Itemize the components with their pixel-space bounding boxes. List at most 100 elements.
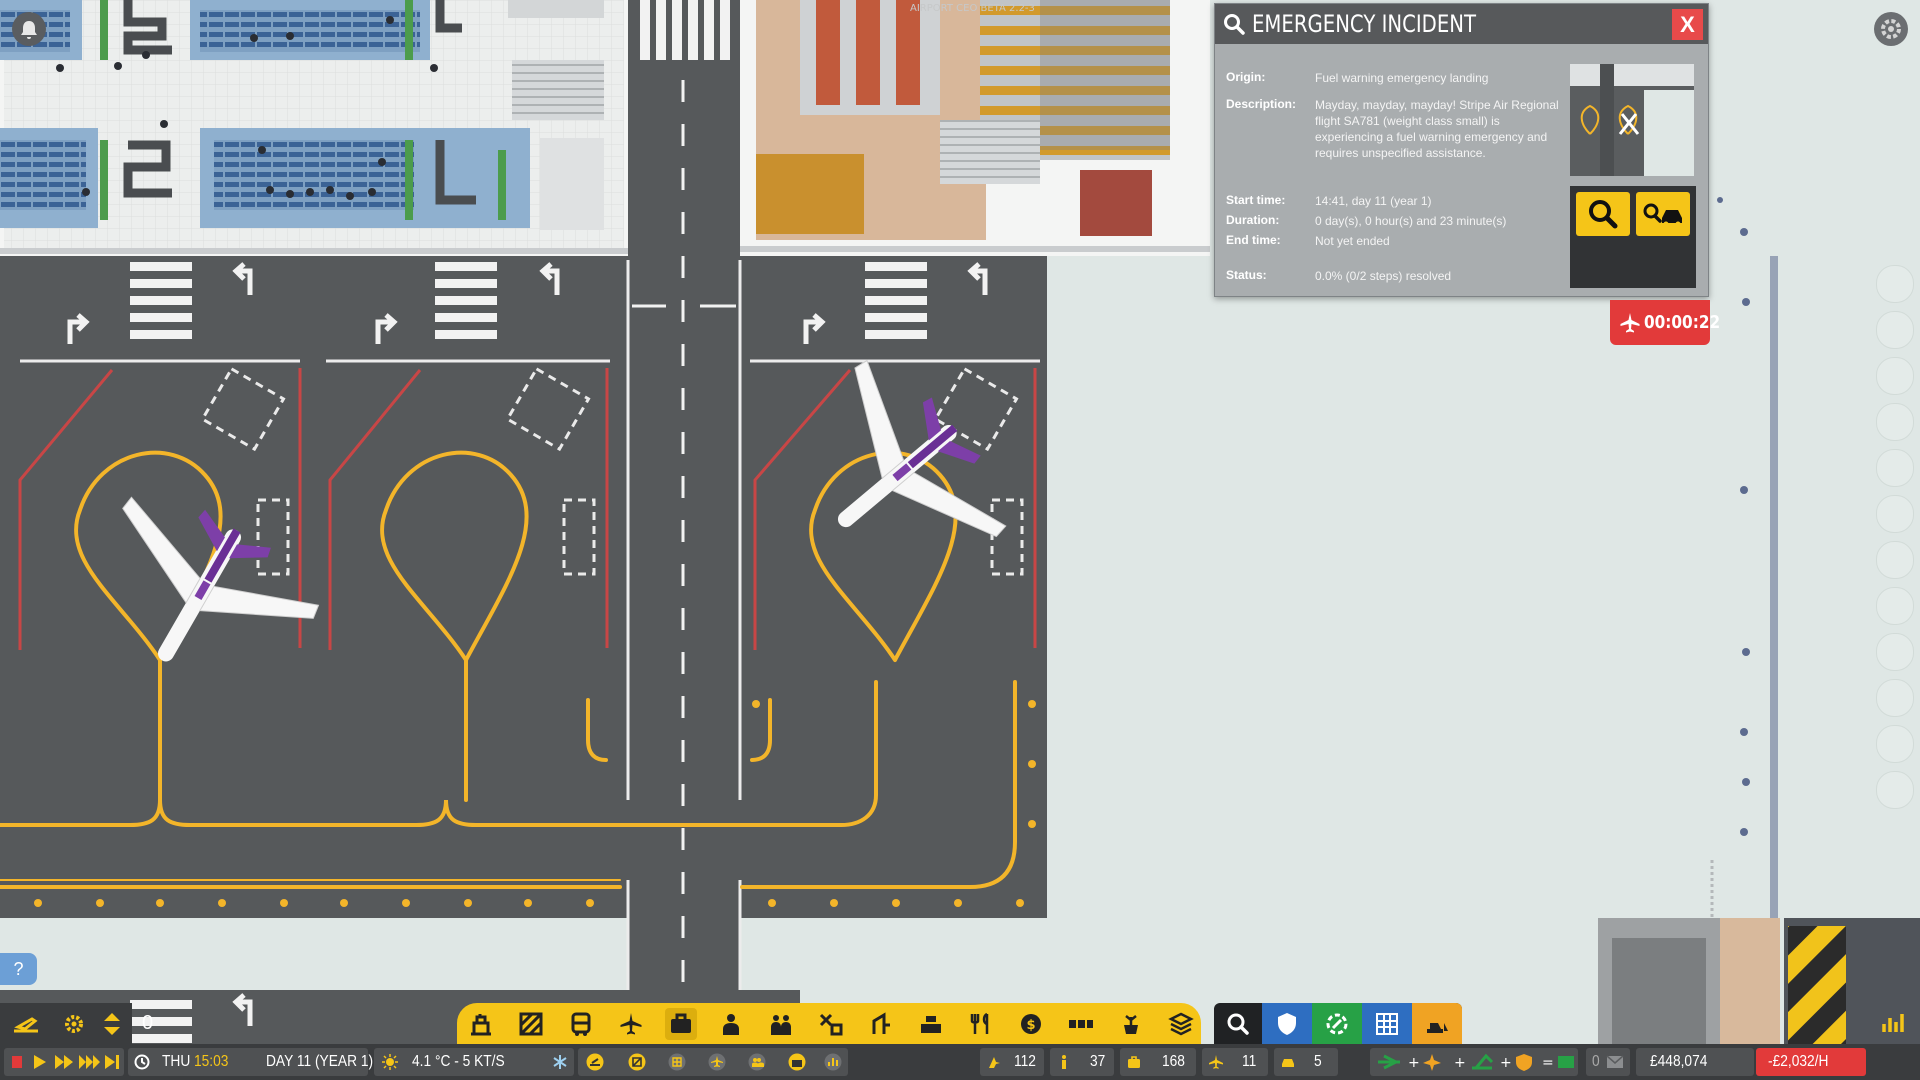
passenger-count[interactable]: 112: [980, 1048, 1044, 1076]
right-bar-button[interactable]: [1876, 449, 1914, 487]
suitcase-icon[interactable]: [788, 1053, 806, 1071]
chart-icon[interactable]: [824, 1053, 842, 1071]
right-bar-button[interactable]: [1876, 541, 1914, 579]
baggage-value: 168: [1162, 1053, 1185, 1070]
overlay-grid[interactable]: [1371, 1008, 1403, 1040]
tool-passengers[interactable]: [765, 1008, 797, 1040]
tool-finance[interactable]: $: [1015, 1008, 1047, 1040]
layer-up-down-icon[interactable]: [100, 1008, 124, 1040]
money-rate[interactable]: -£2,032/H: [1756, 1048, 1866, 1076]
vehicle-count[interactable]: 5: [1274, 1048, 1338, 1076]
tool-gates[interactable]: [865, 1008, 897, 1040]
field-value: 0 day(s), 0 hour(s) and 23 minute(s): [1315, 214, 1507, 228]
day-of-week: THU: [162, 1053, 191, 1070]
right-bar-button[interactable]: [1876, 771, 1914, 809]
passenger-icon: [989, 1057, 1000, 1068]
tool-food[interactable]: [965, 1008, 997, 1040]
overlay-search[interactable]: [1222, 1008, 1254, 1040]
field-label: Description:: [1226, 97, 1297, 111]
locate-vehicle-button[interactable]: [1636, 192, 1690, 236]
incident-actions: [1570, 186, 1696, 288]
stop-icon[interactable]: [10, 1054, 24, 1070]
panel-header[interactable]: EMERGENCY INCIDENT X: [1215, 4, 1708, 44]
rating-summary[interactable]: + + + =: [1370, 1048, 1578, 1076]
right-bar-button[interactable]: [1876, 679, 1914, 717]
timer-value: 00:00:22: [1644, 312, 1721, 333]
snowflake-icon: [553, 1055, 567, 1069]
mail-icon: [1606, 1055, 1624, 1068]
tool-decoration[interactable]: [1115, 1008, 1147, 1040]
right-bar-button[interactable]: [1876, 311, 1914, 349]
money-value: £448,074: [1650, 1053, 1708, 1070]
tool-security[interactable]: [815, 1008, 847, 1040]
runway-icon[interactable]: [586, 1053, 604, 1071]
money-balance[interactable]: £448,074: [1636, 1048, 1754, 1076]
field-label: Origin:: [1226, 70, 1266, 84]
close-button[interactable]: X: [1672, 9, 1703, 40]
zone-icon[interactable]: [628, 1053, 646, 1071]
right-bar-button[interactable]: [1876, 403, 1914, 441]
notification-button[interactable]: [12, 12, 46, 46]
tool-baggage[interactable]: [665, 1008, 697, 1040]
svg-text:$: $: [1026, 1018, 1035, 1033]
help-button[interactable]: ?: [0, 953, 37, 985]
runway-icon[interactable]: [12, 1011, 40, 1037]
incident-timer[interactable]: 00:00:22: [1610, 300, 1720, 345]
play-icon[interactable]: [32, 1054, 48, 1070]
right-bar-button[interactable]: [1876, 357, 1914, 395]
tool-seating[interactable]: [1065, 1008, 1097, 1040]
airplane-icon: [1620, 313, 1640, 333]
clock-time: 15:03: [194, 1053, 229, 1070]
settings-button[interactable]: [1874, 12, 1908, 46]
emergency-incident-panel: EMERGENCY INCIDENT X Origin: Fuel warnin…: [1214, 3, 1709, 297]
tool-zones[interactable]: [515, 1008, 547, 1040]
incident-location-thumbnail[interactable]: [1570, 64, 1694, 176]
sun-icon: [382, 1054, 398, 1070]
right-bar-button[interactable]: [1876, 725, 1914, 763]
tool-structures[interactable]: [465, 1008, 497, 1040]
overlay-maintenance[interactable]: [1321, 1008, 1353, 1040]
svg-text:+: +: [1454, 1055, 1466, 1071]
building-icon: [471, 1014, 491, 1036]
date-time[interactable]: THU 15:03 DAY 11 (YEAR 1): [128, 1048, 373, 1076]
right-bar-button[interactable]: [1876, 495, 1914, 533]
overlay-toolbar: [1214, 1003, 1462, 1045]
grid-icon[interactable]: [668, 1053, 686, 1071]
skip-icon[interactable]: [104, 1054, 120, 1070]
fast-forward-icon[interactable]: [54, 1054, 74, 1070]
staff-count[interactable]: 37: [1050, 1048, 1114, 1076]
right-bar-button[interactable]: [1876, 633, 1914, 671]
svg-text:+: +: [1408, 1055, 1420, 1071]
panel-title: EMERGENCY INCIDENT: [1252, 10, 1477, 38]
weather[interactable]: 4.1 °C - 5 KT/S: [374, 1048, 574, 1076]
people-icon[interactable]: [748, 1053, 766, 1071]
field-value: Not yet ended: [1315, 234, 1390, 248]
mail-count[interactable]: 0: [1586, 1048, 1630, 1076]
baggage-count[interactable]: 168: [1120, 1048, 1196, 1076]
chart-icon[interactable]: [1880, 1010, 1906, 1036]
tool-layers[interactable]: [1165, 1008, 1197, 1040]
tool-vehicles[interactable]: [565, 1008, 597, 1040]
faster-forward-icon[interactable]: [78, 1054, 102, 1070]
tool-check-in[interactable]: [915, 1008, 947, 1040]
terminal-building-right[interactable]: AIRPORT CEO BETA 2.2-3: [740, 0, 1210, 256]
tool-airside[interactable]: [615, 1008, 647, 1040]
svg-text:=: =: [1542, 1055, 1554, 1071]
search-icon: [1227, 1013, 1249, 1035]
clock-icon: [134, 1054, 150, 1070]
tool-staff[interactable]: [715, 1008, 747, 1040]
airplane-icon[interactable]: [708, 1053, 726, 1071]
gear-icon[interactable]: [60, 1011, 88, 1037]
field-value: Mayday, mayday, mayday! Stripe Air Regio…: [1315, 98, 1559, 160]
locate-incident-button[interactable]: [1576, 192, 1630, 236]
flight-count[interactable]: 11: [1202, 1048, 1268, 1076]
plant-icon: [1124, 1015, 1138, 1034]
search-icon: [1589, 200, 1618, 229]
terminal-building-left[interactable]: [0, 0, 628, 256]
quick-tools: [578, 1048, 848, 1076]
airplane-icon: [620, 1013, 642, 1035]
right-bar-button[interactable]: [1876, 265, 1914, 303]
overlay-construction[interactable]: [1421, 1008, 1453, 1040]
right-bar-button[interactable]: [1876, 587, 1914, 625]
overlay-security[interactable]: [1271, 1008, 1303, 1040]
